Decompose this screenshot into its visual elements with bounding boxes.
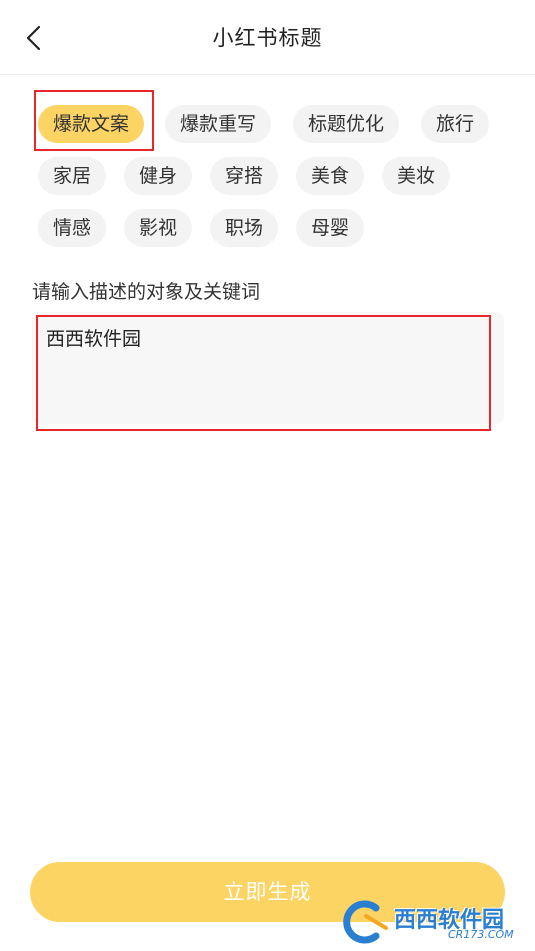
tag-chip-biaoti-youhua[interactable]: 标题优化 [293, 105, 400, 143]
tag-chip-zhichang[interactable]: 职场 [210, 209, 279, 247]
tag-chip-meizhuang[interactable]: 美妆 [382, 157, 451, 195]
header-bar: 小红书标题 [0, 0, 535, 75]
watermark-logo-icon [343, 900, 388, 944]
tag-chip-jianshen[interactable]: 健身 [124, 157, 193, 195]
tag-chip-muying[interactable]: 母婴 [296, 209, 365, 247]
tag-chip-baokuan-wenan[interactable]: 爆款文案 [38, 105, 145, 143]
tag-chip-lvxing[interactable]: 旅行 [421, 105, 490, 143]
keyword-textarea-value: 西西软件园 [46, 328, 142, 350]
tag-chip-meishi[interactable]: 美食 [296, 157, 365, 195]
watermark-subtext: CR173.COM [448, 928, 514, 941]
tag-chip-chuanda[interactable]: 穿搭 [210, 157, 279, 195]
watermark-logo: 西西软件园 CR173.COM [336, 898, 531, 946]
keyword-textarea[interactable]: 西西软件园 [32, 312, 504, 424]
page-title: 小红书标题 [212, 26, 323, 50]
input-label: 请输入描述的对象及关键词 [32, 281, 261, 303]
tag-chip-jiaju[interactable]: 家居 [38, 157, 107, 195]
tag-chip-qinggan[interactable]: 情感 [38, 209, 107, 247]
tag-chip-yingshi[interactable]: 影视 [124, 209, 193, 247]
tag-chip-baokuan-chongxie[interactable]: 爆款重写 [165, 105, 272, 143]
